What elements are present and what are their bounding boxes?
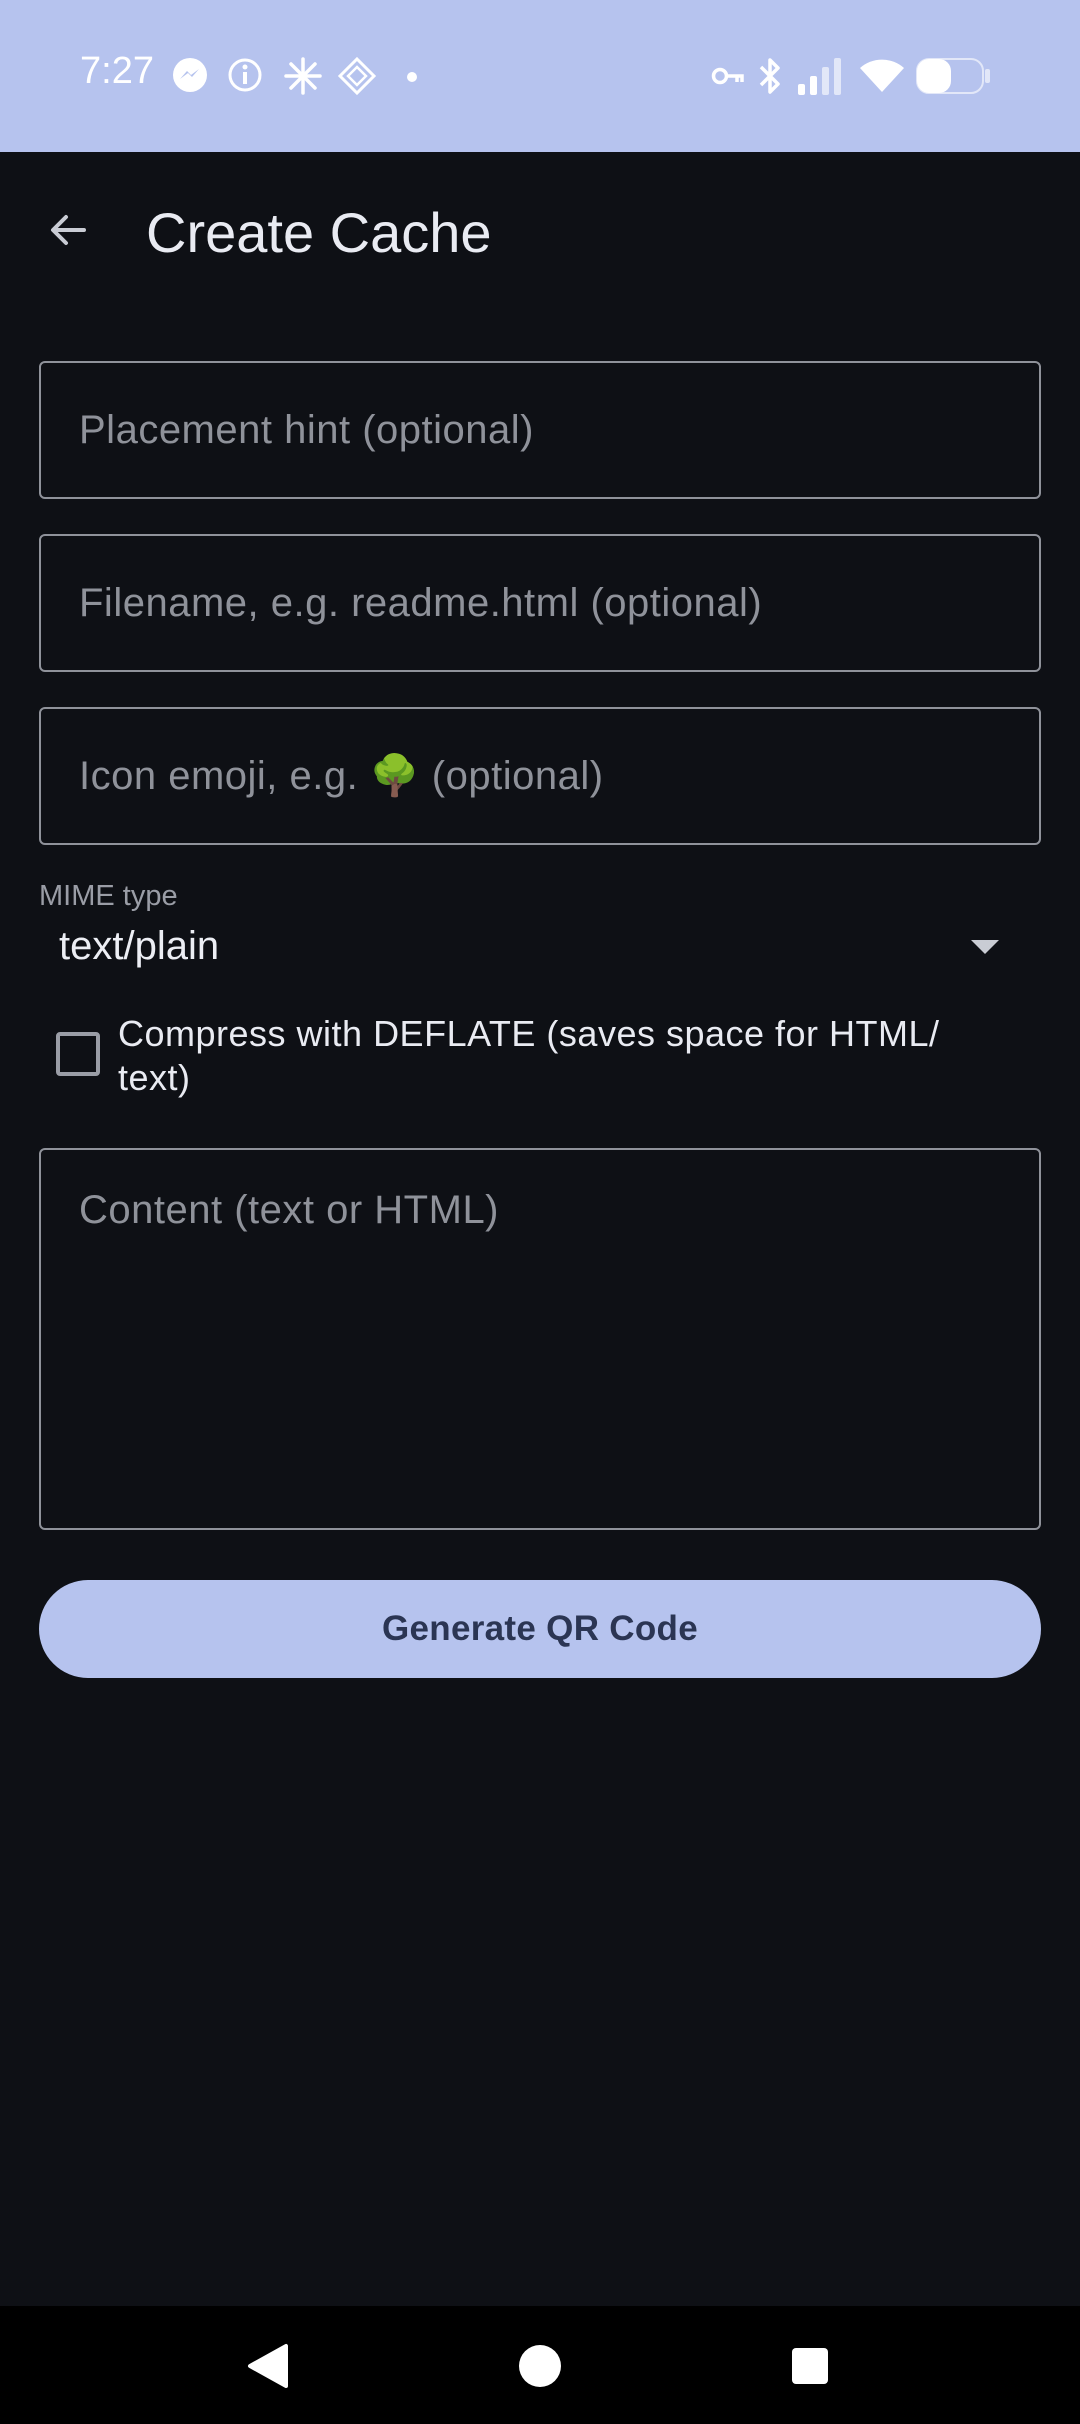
app-bar: Create Cache bbox=[0, 152, 1080, 312]
compress-checkbox[interactable] bbox=[56, 1032, 100, 1076]
nav-home-button[interactable] bbox=[508, 2334, 572, 2398]
placement-hint-input[interactable] bbox=[39, 361, 1041, 499]
mime-type-value: text/plain bbox=[59, 924, 220, 968]
battery-icon bbox=[916, 58, 992, 99]
generate-qr-button[interactable]: Generate QR Code bbox=[39, 1580, 1041, 1678]
dropdown-arrow-icon bbox=[971, 940, 999, 954]
compress-checkbox-label[interactable]: Compress with DEFLATE (saves space for H… bbox=[118, 1012, 1018, 1100]
back-triangle-icon bbox=[248, 2344, 288, 2388]
back-button[interactable] bbox=[28, 190, 108, 270]
status-bar: 7:27 bbox=[0, 0, 1080, 152]
dot-icon bbox=[406, 70, 418, 88]
diamond-grid-icon bbox=[337, 56, 377, 101]
mime-type-dropdown[interactable]: text/plain bbox=[39, 918, 1041, 982]
nav-back-button[interactable] bbox=[236, 2334, 300, 2398]
content-textarea[interactable] bbox=[39, 1148, 1041, 1530]
nav-recents-button[interactable] bbox=[778, 2334, 842, 2398]
messenger-icon bbox=[171, 56, 209, 99]
signal-icon bbox=[797, 56, 845, 101]
filename-input[interactable] bbox=[39, 534, 1041, 672]
home-circle-icon bbox=[519, 2345, 561, 2387]
mime-type-label: MIME type bbox=[39, 880, 178, 912]
navigation-bar bbox=[0, 2306, 1080, 2424]
status-time: 7:27 bbox=[80, 50, 154, 92]
icon-emoji-input[interactable] bbox=[39, 707, 1041, 845]
arrow-back-icon bbox=[51, 215, 86, 245]
page-title: Create Cache bbox=[146, 201, 492, 264]
info-icon bbox=[226, 56, 264, 99]
wifi-icon bbox=[858, 58, 906, 99]
vpn-key-icon bbox=[711, 62, 745, 95]
recents-square-icon bbox=[792, 2348, 828, 2384]
bluetooth-icon bbox=[756, 56, 784, 101]
sparkle-icon bbox=[283, 56, 323, 101]
